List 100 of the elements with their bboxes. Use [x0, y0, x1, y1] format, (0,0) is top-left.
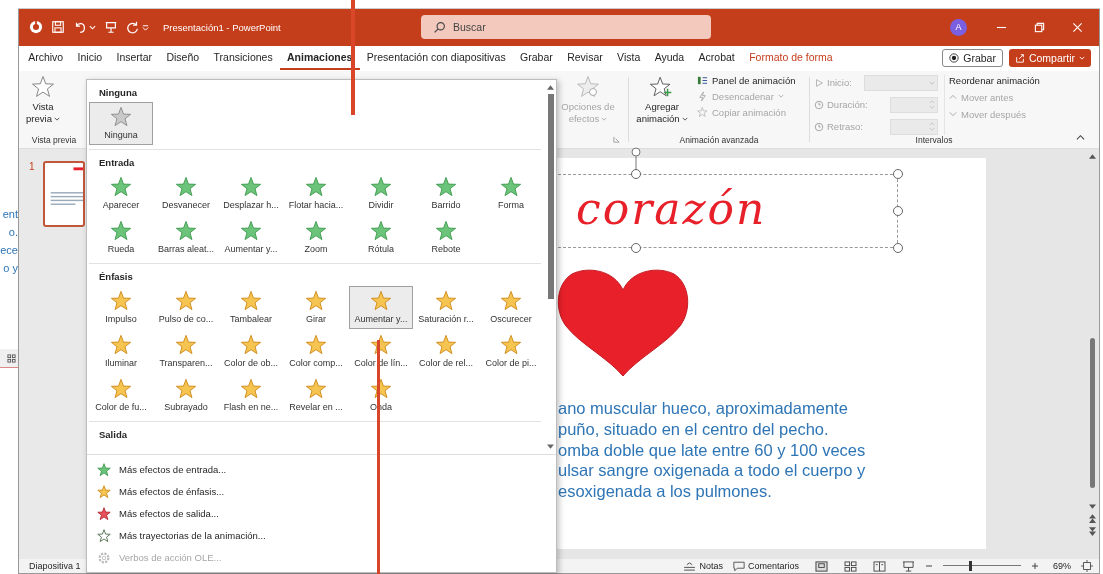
ribbon-tab[interactable]: Ayuda	[647, 47, 692, 70]
scroll-down-icon[interactable]	[547, 444, 554, 450]
animation-effect[interactable]: Aumentar y...	[219, 216, 283, 259]
slideshow-icon[interactable]	[902, 560, 915, 572]
animation-effect[interactable]: Zoom	[284, 216, 348, 259]
animation-effect[interactable]: Rebote	[414, 216, 478, 259]
star-icon	[175, 176, 197, 199]
star-icon	[97, 463, 111, 477]
scroll-down-icon[interactable]	[1088, 504, 1096, 510]
animation-effect[interactable]: Flotar hacia...	[284, 172, 348, 215]
next-slide-icon[interactable]	[1088, 527, 1096, 536]
app-icon[interactable]	[29, 20, 43, 35]
animation-effect[interactable]: Desplazar h...	[219, 172, 283, 215]
collapse-ribbon-icon[interactable]	[1076, 133, 1085, 142]
comments-button[interactable]: Comentarios	[732, 560, 799, 572]
animation-effect[interactable]: Aparecer	[89, 172, 153, 215]
animation-effect[interactable]: Dividir	[349, 172, 413, 215]
caret-icon[interactable]	[89, 24, 96, 31]
slide-thumbnail[interactable]	[42, 161, 85, 227]
scroll-up-icon[interactable]	[1088, 153, 1096, 159]
animation-effect[interactable]: Saturación r...	[414, 286, 478, 329]
animation-effect[interactable]: Aumentar y...	[349, 286, 413, 329]
ribbon-tab[interactable]: Inicio	[70, 47, 110, 70]
animation-effect[interactable]: Pulso de co...	[154, 286, 218, 329]
presenter-icon[interactable]	[104, 20, 118, 35]
comment-icon	[732, 560, 745, 572]
scrollbar-thumb[interactable]	[547, 94, 554, 299]
animation-effect[interactable]: Transparen...	[154, 330, 218, 373]
animation-effect[interactable]: Rueda	[89, 216, 153, 259]
menu-item[interactable]: Más trayectorias de la animación...	[87, 525, 266, 547]
previous-slide-icon[interactable]	[1088, 514, 1096, 523]
search-field[interactable]: Buscar	[421, 15, 711, 40]
resize-handle[interactable]	[631, 243, 641, 253]
animation-effect[interactable]: Girar	[284, 286, 348, 329]
animation-effect[interactable]: Iluminar	[89, 330, 153, 373]
heart-shape[interactable]	[556, 266, 691, 378]
star-icon	[175, 334, 197, 357]
reading-view-icon[interactable]	[873, 560, 886, 572]
resize-handle[interactable]	[631, 169, 641, 179]
resize-handle[interactable]	[893, 169, 903, 179]
ribbon-tab[interactable]: Diseño	[159, 47, 207, 70]
preview-button[interactable]: Vista previa	[23, 75, 63, 135]
save-icon[interactable]	[51, 20, 65, 35]
add-animation-button[interactable]: Agregar animación	[633, 75, 691, 135]
animation-effect[interactable]: Color de fu...	[89, 374, 153, 417]
star-icon	[97, 529, 111, 543]
scroll-up-icon[interactable]	[547, 84, 554, 90]
ribbon-button[interactable]: Panel de animación	[697, 75, 796, 86]
ribbon-tab[interactable]: Archivo	[21, 47, 71, 70]
zoom-level[interactable]: 69%	[1053, 561, 1071, 571]
animation-effect[interactable]: Flash en ne...	[219, 374, 283, 417]
animation-effect[interactable]: Rótula	[349, 216, 413, 259]
ribbon-tab[interactable]: Vista	[609, 47, 648, 70]
ribbon-tab[interactable]: Formato de forma	[741, 47, 840, 70]
ribbon-tab[interactable]: Revisar	[559, 47, 610, 70]
close-icon[interactable]	[1072, 22, 1083, 33]
animation-effect[interactable]: Color comp...	[284, 330, 348, 373]
notes-button[interactable]: Notas	[683, 561, 723, 571]
slider-thumb[interactable]	[969, 561, 973, 571]
animation-effect[interactable]: Tambalear	[219, 286, 283, 329]
menu-item[interactable]: Más efectos de salida...	[87, 503, 219, 525]
ribbon-tab[interactable]: Presentación con diapositivas	[359, 47, 513, 70]
fit-slide-icon[interactable]	[1081, 560, 1093, 572]
scrollbar-thumb[interactable]	[1089, 338, 1095, 488]
animation-effect[interactable]: Oscurecer	[479, 286, 543, 329]
ribbon-tab[interactable]: Transiciones	[206, 47, 280, 70]
animation-effect[interactable]: Revelar en ...	[284, 374, 348, 417]
animation-effect[interactable]: Color de ob...	[219, 330, 283, 373]
animation-effect[interactable]: Subrayado	[154, 374, 218, 417]
ribbon-tab[interactable]: Acrobat	[691, 47, 742, 70]
animation-effect[interactable]: Ninguna	[89, 102, 153, 145]
normal-view-icon[interactable]	[815, 560, 828, 572]
zoom-in-icon[interactable]	[1031, 562, 1039, 570]
share-button[interactable]: Compartir	[1008, 49, 1091, 68]
ribbon-tab[interactable]: Grabar	[512, 47, 560, 70]
body-text: omba doble que late entre 60 y 100 veces	[558, 439, 866, 461]
resize-handle[interactable]	[893, 243, 903, 253]
animation-effect[interactable]: Barrido	[414, 172, 478, 215]
ribbon-tab[interactable]: Insertar	[109, 47, 160, 70]
animation-effect[interactable]: Barras aleat...	[154, 216, 218, 259]
animation-effect[interactable]: Color de rel...	[414, 330, 478, 373]
rotate-handle-icon[interactable]	[630, 147, 642, 170]
animation-effect[interactable]: Color de pi...	[479, 330, 543, 373]
redo-icon[interactable]	[126, 20, 140, 35]
customize-icon[interactable]	[142, 24, 149, 31]
undo-icon[interactable]	[73, 20, 87, 35]
menu-item[interactable]: Más efectos de énfasis...	[87, 481, 225, 503]
account-avatar[interactable]: A	[950, 19, 967, 36]
animation-effect[interactable]: Forma	[479, 172, 543, 215]
restore-icon[interactable]	[1034, 22, 1045, 33]
slide-sorter-icon[interactable]	[844, 560, 857, 572]
star-icon	[305, 290, 327, 313]
resize-handle[interactable]	[893, 206, 903, 216]
animation-effect[interactable]: Desvanecer	[154, 172, 218, 215]
star-icon	[240, 220, 262, 243]
spinner-arrows-icon	[929, 99, 935, 111]
animation-effect[interactable]: Impulso	[89, 286, 153, 329]
zoom-slider[interactable]	[943, 561, 1021, 571]
record-button[interactable]: Grabar	[942, 49, 1003, 68]
menu-item[interactable]: Más efectos de entrada...	[87, 459, 227, 481]
